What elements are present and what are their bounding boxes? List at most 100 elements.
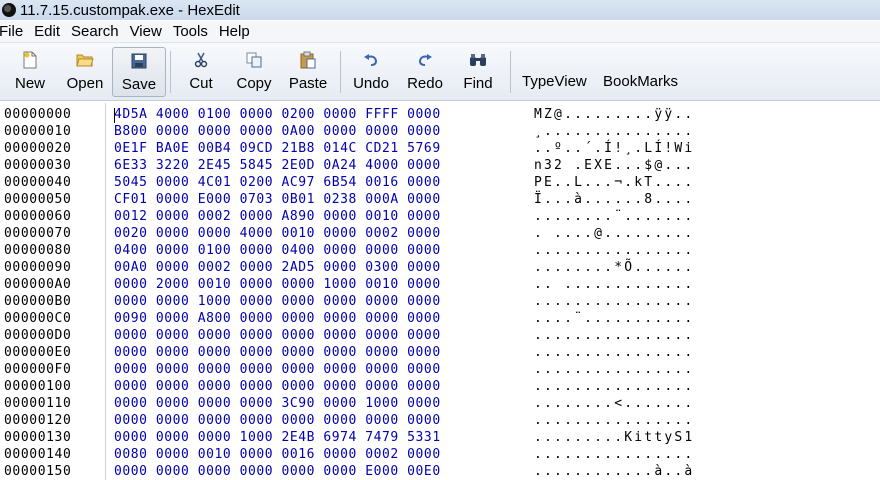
paste-button[interactable]: Paste xyxy=(286,47,330,97)
row-hex-bytes[interactable]: 0000 0000 0000 0000 0000 0000 E000 00E0 xyxy=(114,463,441,480)
hex-row[interactable]: 00000020 0E1F BA0E 00B4 09CD 21B8 014C CD… xyxy=(0,140,880,157)
row-hex-bytes[interactable]: 0000 0000 0000 0000 3C90 0000 1000 0000 xyxy=(114,395,441,412)
row-hex-bytes[interactable]: 0090 0000 A800 0000 0000 0000 0000 0000 xyxy=(114,310,441,327)
typeview-button[interactable]: TypeView xyxy=(522,73,587,90)
row-ascii-text[interactable]: ................ xyxy=(534,378,694,395)
hex-row[interactable]: 00000050 CF01 0000 E000 0703 0B01 0238 00… xyxy=(0,191,880,208)
undo-button[interactable]: Undo xyxy=(350,47,392,97)
row-hex-bytes[interactable]: 0080 0000 0010 0000 0016 0000 0002 0000 xyxy=(114,446,441,463)
row-address: 000000C0 xyxy=(4,311,72,326)
row-ascii-text[interactable]: ........*Õ...... xyxy=(534,259,694,276)
copy-button-label: Copy xyxy=(236,75,272,92)
row-ascii-text[interactable]: ....¨........... xyxy=(534,310,694,327)
row-ascii-text[interactable]: MZ@.........ÿÿ.. xyxy=(534,106,694,123)
save-button[interactable]: Save xyxy=(112,47,166,97)
hex-row[interactable]: 00000060 0012 0000 0002 0000 A890 0000 00… xyxy=(0,208,880,225)
row-ascii-text[interactable]: ..º..´.Í!¸.LÍ!Wi xyxy=(534,140,694,157)
row-ascii-text[interactable]: Ï...à......8.... xyxy=(534,191,694,208)
paste-button-label: Paste xyxy=(288,75,328,92)
row-hex-bytes[interactable]: 0000 0000 0000 0000 0000 0000 0000 0000 xyxy=(114,327,441,344)
hex-row[interactable]: 00000130 0000 0000 0000 1000 2E4B 6974 74… xyxy=(0,429,880,446)
row-ascii-text[interactable]: ................ xyxy=(534,344,694,361)
undo-button-label: Undo xyxy=(353,75,389,92)
row-hex-bytes[interactable]: 0020 0000 0000 4000 0010 0000 0002 0000 xyxy=(114,225,441,242)
hex-row[interactable]: 000000B0 0000 0000 1000 0000 0000 0000 00… xyxy=(0,293,880,310)
hex-row[interactable]: 00000080 0400 0000 0100 0000 0400 0000 00… xyxy=(0,242,880,259)
row-address: 00000090 xyxy=(4,260,72,275)
row-address: 00000100 xyxy=(4,379,72,394)
row-hex-bytes[interactable]: 0000 0000 1000 0000 0000 0000 0000 0000 xyxy=(114,293,441,310)
copy-button[interactable]: Copy xyxy=(232,47,276,97)
menu-edit[interactable]: Edit xyxy=(34,23,69,40)
row-ascii-text[interactable]: ................ xyxy=(534,242,694,259)
open-button[interactable]: Open xyxy=(62,47,108,97)
find-button[interactable]: Find xyxy=(456,47,500,97)
hex-row[interactable]: 00000140 0080 0000 0010 0000 0016 0000 00… xyxy=(0,446,880,463)
menu-tools[interactable]: Tools xyxy=(173,23,217,40)
row-ascii-text[interactable]: ............à..à xyxy=(534,463,694,480)
menu-file[interactable]: File xyxy=(0,23,32,40)
row-hex-bytes[interactable]: 0012 0000 0002 0000 A890 0000 0010 0000 xyxy=(114,208,441,225)
row-ascii-text[interactable]: ........<....... xyxy=(534,395,694,412)
toolbar-separator xyxy=(340,51,341,93)
row-hex-bytes[interactable]: 0000 2000 0010 0000 0000 1000 0010 0000 xyxy=(114,276,441,293)
row-ascii-text[interactable]: ................ xyxy=(534,327,694,344)
hex-row[interactable]: 00000010 B800 0000 0000 0000 0A00 0000 00… xyxy=(0,123,880,140)
row-ascii-text[interactable]: ¸............... xyxy=(534,123,694,140)
row-hex-bytes[interactable]: 0400 0000 0100 0000 0400 0000 0000 0000 xyxy=(114,242,441,259)
hex-row[interactable]: 000000A0 0000 2000 0010 0000 0000 1000 00… xyxy=(0,276,880,293)
row-ascii-text[interactable]: .........KittyS1 xyxy=(534,429,694,446)
open-button-label: Open xyxy=(66,75,104,92)
bookmarks-button[interactable]: BookMarks xyxy=(603,73,678,90)
row-hex-bytes[interactable]: B800 0000 0000 0000 0A00 0000 0000 0000 xyxy=(114,123,441,140)
hex-row[interactable]: 000000E0 0000 0000 0000 0000 0000 0000 00… xyxy=(0,344,880,361)
row-hex-bytes[interactable]: 4D5A 4000 0100 0000 0200 0000 FFFF 0000 xyxy=(114,106,441,123)
row-ascii-text[interactable]: PE..L...¬.kT.... xyxy=(534,174,694,191)
menu-view[interactable]: View xyxy=(130,23,171,40)
row-hex-bytes[interactable]: 0000 0000 0000 0000 0000 0000 0000 0000 xyxy=(114,412,441,429)
row-address: 00000020 xyxy=(4,141,72,156)
hex-editor-view[interactable]: 00000000 4D5A 4000 0100 0000 0200 0000 FF… xyxy=(0,103,880,480)
row-address: 000000F0 xyxy=(4,362,72,377)
row-ascii-text[interactable]: n32 .EXE...$@... xyxy=(534,157,694,174)
hex-row[interactable]: 00000120 0000 0000 0000 0000 0000 0000 00… xyxy=(0,412,880,429)
new-button[interactable]: New xyxy=(10,47,50,97)
hex-row[interactable]: 00000030 6E33 3220 2E45 5845 2E0D 0A24 40… xyxy=(0,157,880,174)
hex-row[interactable]: 00000090 00A0 0000 0002 0000 2AD5 0000 03… xyxy=(0,259,880,276)
menu-search[interactable]: Search xyxy=(71,23,128,40)
row-hex-bytes[interactable]: 6E33 3220 2E45 5845 2E0D 0A24 4000 0000 xyxy=(114,157,441,174)
row-ascii-text[interactable]: . ....@......... xyxy=(534,225,694,242)
row-ascii-text[interactable]: .. ............. xyxy=(534,276,694,293)
hex-row[interactable]: 00000110 0000 0000 0000 0000 3C90 0000 10… xyxy=(0,395,880,412)
row-ascii-text[interactable]: ................ xyxy=(534,361,694,378)
row-hex-bytes[interactable]: 5045 0000 4C01 0200 AC97 6B54 0016 0000 xyxy=(114,174,441,191)
hex-row[interactable]: 00000000 4D5A 4000 0100 0000 0200 0000 FF… xyxy=(0,106,880,123)
toolbar-separator xyxy=(510,51,511,93)
redo-button[interactable]: Redo xyxy=(404,47,446,97)
row-hex-bytes[interactable]: 0000 0000 0000 0000 0000 0000 0000 0000 xyxy=(114,361,441,378)
hex-row[interactable]: 000000D0 0000 0000 0000 0000 0000 0000 00… xyxy=(0,327,880,344)
row-hex-bytes[interactable]: 0000 0000 0000 0000 0000 0000 0000 0000 xyxy=(114,378,441,395)
row-hex-bytes[interactable]: CF01 0000 E000 0703 0B01 0238 000A 0000 xyxy=(114,191,441,208)
hex-row[interactable]: 00000100 0000 0000 0000 0000 0000 0000 00… xyxy=(0,378,880,395)
row-hex-bytes[interactable]: 0000 0000 0000 0000 0000 0000 0000 0000 xyxy=(114,344,441,361)
row-ascii-text[interactable]: ........¨....... xyxy=(534,208,694,225)
row-hex-bytes[interactable]: 00A0 0000 0002 0000 2AD5 0000 0300 0000 xyxy=(114,259,441,276)
hex-row[interactable]: 00000040 5045 0000 4C01 0200 AC97 6B54 00… xyxy=(0,174,880,191)
row-address: 00000080 xyxy=(4,243,72,258)
cut-button[interactable]: Cut xyxy=(180,47,222,97)
hex-row[interactable]: 00000070 0020 0000 0000 4000 0010 0000 00… xyxy=(0,225,880,242)
row-address: 00000000 xyxy=(4,107,72,122)
title-bar: 11.7.15.custompak.exe - HexEdit xyxy=(0,0,880,20)
row-hex-bytes[interactable]: 0E1F BA0E 00B4 09CD 21B8 014C CD21 5769 xyxy=(114,140,441,157)
menu-help[interactable]: Help xyxy=(219,23,259,40)
hex-row[interactable]: 00000150 0000 0000 0000 0000 0000 0000 E0… xyxy=(0,463,880,480)
hex-row[interactable]: 000000F0 0000 0000 0000 0000 0000 0000 00… xyxy=(0,361,880,378)
redo-button-label: Redo xyxy=(407,75,443,92)
row-hex-bytes[interactable]: 0000 0000 0000 1000 2E4B 6974 7479 5331 xyxy=(114,429,441,446)
row-ascii-text[interactable]: ................ xyxy=(534,412,694,429)
hex-row[interactable]: 000000C0 0090 0000 A800 0000 0000 0000 00… xyxy=(0,310,880,327)
app-icon xyxy=(2,3,16,17)
row-ascii-text[interactable]: ................ xyxy=(534,293,694,310)
row-ascii-text[interactable]: ................ xyxy=(534,446,694,463)
